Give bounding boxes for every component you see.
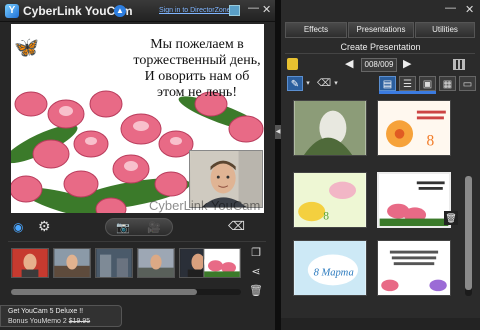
- directorzone-icon[interactable]: [229, 5, 240, 16]
- pen-icon[interactable]: ✎: [287, 76, 303, 91]
- presentation-tile[interactable]: 8 Марта: [293, 240, 367, 296]
- eraser-dropdown-chevron-icon[interactable]: ▾: [332, 76, 340, 91]
- tab-presentations[interactable]: Presentations: [348, 22, 414, 38]
- next-page-button[interactable]: ▶: [403, 57, 411, 70]
- promo-headline: Get YouCam 5 Deluxe !!: [8, 308, 84, 315]
- folder-icon[interactable]: [287, 58, 298, 70]
- layout-slideshow-icon[interactable]: ▭: [459, 76, 476, 91]
- youcam-logo-icon: Y: [5, 4, 19, 18]
- captured-thumbnail[interactable]: [203, 248, 241, 278]
- presentation-gallery: 8 8 🗑 8 Марта: [287, 97, 463, 296]
- page-navigator: ◀ 008/009 ▶: [281, 56, 480, 74]
- presentation-toolbar: ✎ ▾ ⌫ ▾ ▤ ☰ ▣ ▦ ▭: [287, 76, 476, 92]
- butterfly-decoration-icon: 🦋: [14, 37, 39, 59]
- effects-panel: — ✕ Effects Presentations Utilities Crea…: [281, 0, 480, 330]
- copy-icon[interactable]: ❐: [248, 246, 264, 260]
- selection-indicator: [379, 91, 436, 94]
- eraser-icon[interactable]: ⌫: [228, 219, 245, 233]
- grid-view-icon[interactable]: [453, 59, 465, 70]
- signin-link[interactable]: Sign in to DirectorZone: [159, 7, 231, 14]
- minimize-button[interactable]: —: [248, 2, 259, 14]
- capture-button-group: 📷 🎥: [105, 218, 173, 236]
- page-indicator: 008/009: [361, 58, 397, 72]
- panel-minimize-button[interactable]: —: [445, 2, 456, 14]
- trash-icon[interactable]: 🗑: [248, 284, 264, 298]
- captured-thumbnail[interactable]: [11, 248, 49, 278]
- captured-thumbnail[interactable]: [137, 248, 175, 278]
- layout-person-icon[interactable]: ▣: [419, 76, 436, 91]
- settings-gear-icon[interactable]: ⚙: [38, 218, 51, 235]
- promo-bonus-text: Bonus YouMemo 2: [8, 318, 67, 325]
- greeting-card-text: Мы пожелаем в торжественный день, И овор…: [133, 37, 261, 100]
- divider-line: [8, 241, 266, 242]
- capture-panel: Y CyberLink YouCam ▲ Sign in to Director…: [0, 0, 275, 330]
- eye-icon[interactable]: ◉: [13, 220, 23, 234]
- panel-close-button[interactable]: ✕: [465, 3, 474, 16]
- scrollbar-thumb[interactable]: [465, 176, 472, 290]
- pen-dropdown-chevron-icon[interactable]: ▾: [304, 76, 312, 91]
- captured-thumbnail[interactable]: [95, 248, 133, 278]
- captured-thumbnail[interactable]: [53, 248, 91, 278]
- layout-text-icon[interactable]: ▤: [379, 76, 396, 91]
- layout-photo-icon[interactable]: ▦: [439, 76, 456, 91]
- gallery-scrollbar[interactable]: [465, 176, 472, 296]
- capture-toolbar: ◉ ⚙ 📷 🎥 ⌫: [0, 215, 275, 239]
- share-icon[interactable]: ⋖: [248, 265, 264, 279]
- title-bar: Y CyberLink YouCam ▲ Sign in to Director…: [0, 0, 275, 22]
- presentation-tile[interactable]: [377, 240, 451, 296]
- promo-bonus: Bonus YouMemo 2 $19.95: [8, 318, 90, 325]
- close-button[interactable]: ✕: [262, 3, 271, 16]
- presentation-tile[interactable]: 8: [377, 100, 451, 156]
- captured-media-strip: [11, 248, 241, 280]
- scrollbar-thumb[interactable]: [11, 289, 197, 295]
- svg-text:8: 8: [323, 209, 329, 222]
- media-strip-scrollbar[interactable]: [11, 289, 241, 295]
- presentation-tile-selected[interactable]: [377, 172, 451, 228]
- previous-page-button[interactable]: ◀: [345, 57, 353, 70]
- snapshot-camera-button[interactable]: 📷: [116, 221, 130, 234]
- panel-title: Create Presentation: [340, 42, 421, 52]
- eraser-tool-icon[interactable]: ⌫: [317, 76, 331, 91]
- svg-text:8 Марта: 8 Марта: [314, 268, 354, 279]
- upgrade-arrow-icon[interactable]: ▲: [114, 5, 126, 17]
- tab-utilities[interactable]: Utilities: [415, 22, 475, 38]
- record-video-button[interactable]: 🎥: [147, 221, 161, 234]
- promo-banner[interactable]: Get YouCam 5 Deluxe !! Bonus YouMemo 2 $…: [0, 305, 122, 327]
- layout-list-icon[interactable]: ☰: [399, 76, 416, 91]
- camera-preview: 🦋 Мы пожелаем в торжественный день, И ов…: [11, 24, 264, 213]
- delete-tile-icon[interactable]: 🗑: [444, 211, 458, 225]
- panel-tabs: Effects Presentations Utilities: [285, 22, 475, 38]
- presentation-tile[interactable]: [293, 100, 367, 156]
- divider-line: [285, 53, 475, 54]
- panel-footer: [281, 318, 480, 330]
- svg-text:8: 8: [427, 132, 435, 149]
- promo-old-price: $19.95: [68, 318, 91, 325]
- watermark-text: CyberLink YouCam: [149, 198, 261, 213]
- presentation-tile[interactable]: 8: [293, 172, 367, 228]
- tab-effects[interactable]: Effects: [285, 22, 347, 38]
